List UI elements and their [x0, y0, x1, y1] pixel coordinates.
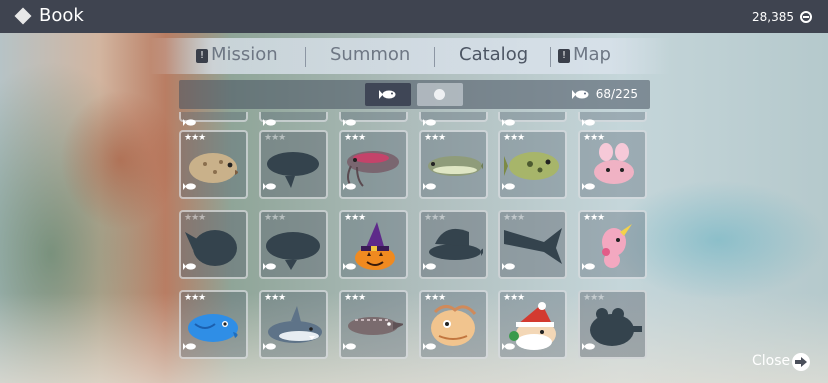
catalog-card-santa-fish[interactable]: ★★★ — [498, 290, 567, 359]
fish-badge-icon — [183, 176, 197, 195]
catalog-card-sturgeon[interactable]: ★★★ — [339, 290, 408, 359]
alert-icon: ! — [196, 49, 208, 63]
fish-badge-icon — [183, 256, 197, 275]
book-icon — [14, 7, 32, 25]
tab-catalog-label: Catalog — [459, 44, 529, 65]
fish-badge-icon — [582, 256, 596, 275]
fish-icon — [572, 90, 589, 99]
catalog-card-catfish[interactable]: ★★★ — [339, 130, 408, 199]
tab-divider — [434, 47, 435, 67]
tab-summon[interactable]: Summon — [330, 44, 410, 65]
tab-map[interactable]: ! Map — [558, 44, 611, 65]
tab-catalog[interactable]: Catalog — [459, 44, 528, 65]
fish-badge-icon — [343, 256, 357, 275]
tab-map-label: Map — [573, 44, 611, 65]
background-building — [60, 90, 180, 230]
page-title: Book — [39, 5, 84, 26]
fish-badge-icon — [502, 176, 516, 195]
catalog-count: 68/225 — [595, 87, 638, 101]
coin-count: 28,385 — [752, 10, 794, 24]
catalog-card-shark[interactable]: ★★★ — [259, 290, 328, 359]
catalog-card-grouper[interactable]: ★★★ — [179, 130, 248, 199]
fish-badge-icon — [582, 176, 596, 195]
catalog-card-pumpkin-fish[interactable]: ★★★ — [339, 210, 408, 279]
fish-badge-icon — [263, 256, 277, 275]
catalog-card-silhouette-frog[interactable]: ★★★ — [578, 290, 647, 359]
catalog-card-seahorse[interactable]: ★★★ — [578, 210, 647, 279]
fish-badge-icon — [582, 336, 596, 355]
catalog-card-partial[interactable] — [419, 112, 488, 126]
fish-badge-icon — [263, 176, 277, 195]
catalog-card-silhouette-sailfish[interactable]: ★★★ — [419, 210, 488, 279]
catalog-card-silhouette-whale[interactable]: ★★★ — [259, 210, 328, 279]
tab-mission-label: Mission — [211, 44, 278, 65]
fish-filter-button[interactable] — [365, 83, 411, 106]
catalog-card-pike[interactable]: ★★★ — [419, 130, 488, 199]
catalog-card-scorpionfish[interactable]: ★★★ — [419, 290, 488, 359]
background-sand — [0, 293, 828, 383]
fish-icon — [379, 90, 396, 99]
alert-icon: ! — [558, 49, 570, 63]
shell-icon — [434, 89, 445, 100]
catalog-card-bass[interactable]: ★★★ — [498, 130, 567, 199]
catalog-card-partial[interactable] — [578, 112, 647, 126]
top-bar: Book 28,385 — [0, 0, 828, 33]
fish-badge-icon — [263, 336, 277, 355]
fish-badge-icon — [183, 336, 197, 355]
tab-mission[interactable]: ! Mission — [196, 44, 278, 65]
fish-badge-icon — [502, 256, 516, 275]
catalog-card-silhouette-dolphin[interactable]: ★★★ — [259, 130, 328, 199]
other-filter-button[interactable] — [417, 83, 463, 106]
catalog-card-partial[interactable] — [339, 112, 408, 126]
tab-divider — [550, 47, 551, 67]
catalog-card-axolotl[interactable]: ★★★ — [578, 130, 647, 199]
fish-badge-icon — [343, 336, 357, 355]
catalog-card-parrotfish[interactable]: ★★★ — [179, 290, 248, 359]
fish-badge-icon — [423, 336, 437, 355]
fish-badge-icon — [423, 176, 437, 195]
catalog-card-silhouette-puffer[interactable]: ★★★ — [179, 210, 248, 279]
arrow-right-icon — [795, 357, 807, 367]
catalog-toolbar: 68/225 — [179, 80, 650, 109]
tab-summon-label: Summon — [330, 44, 411, 65]
catalog-card-partial[interactable] — [498, 112, 567, 126]
catalog-card-silhouette-marlin[interactable]: ★★★ — [498, 210, 567, 279]
fish-badge-icon — [502, 336, 516, 355]
tab-divider — [305, 47, 306, 67]
catalog-card-partial[interactable] — [259, 112, 328, 126]
catalog-card-partial[interactable] — [179, 112, 248, 126]
tab-bar: ! Mission Summon Catalog ! Map — [150, 38, 670, 74]
coin-icon — [800, 11, 812, 23]
close-button[interactable]: Close — [752, 353, 790, 369]
fish-badge-icon — [423, 256, 437, 275]
fish-badge-icon — [343, 176, 357, 195]
